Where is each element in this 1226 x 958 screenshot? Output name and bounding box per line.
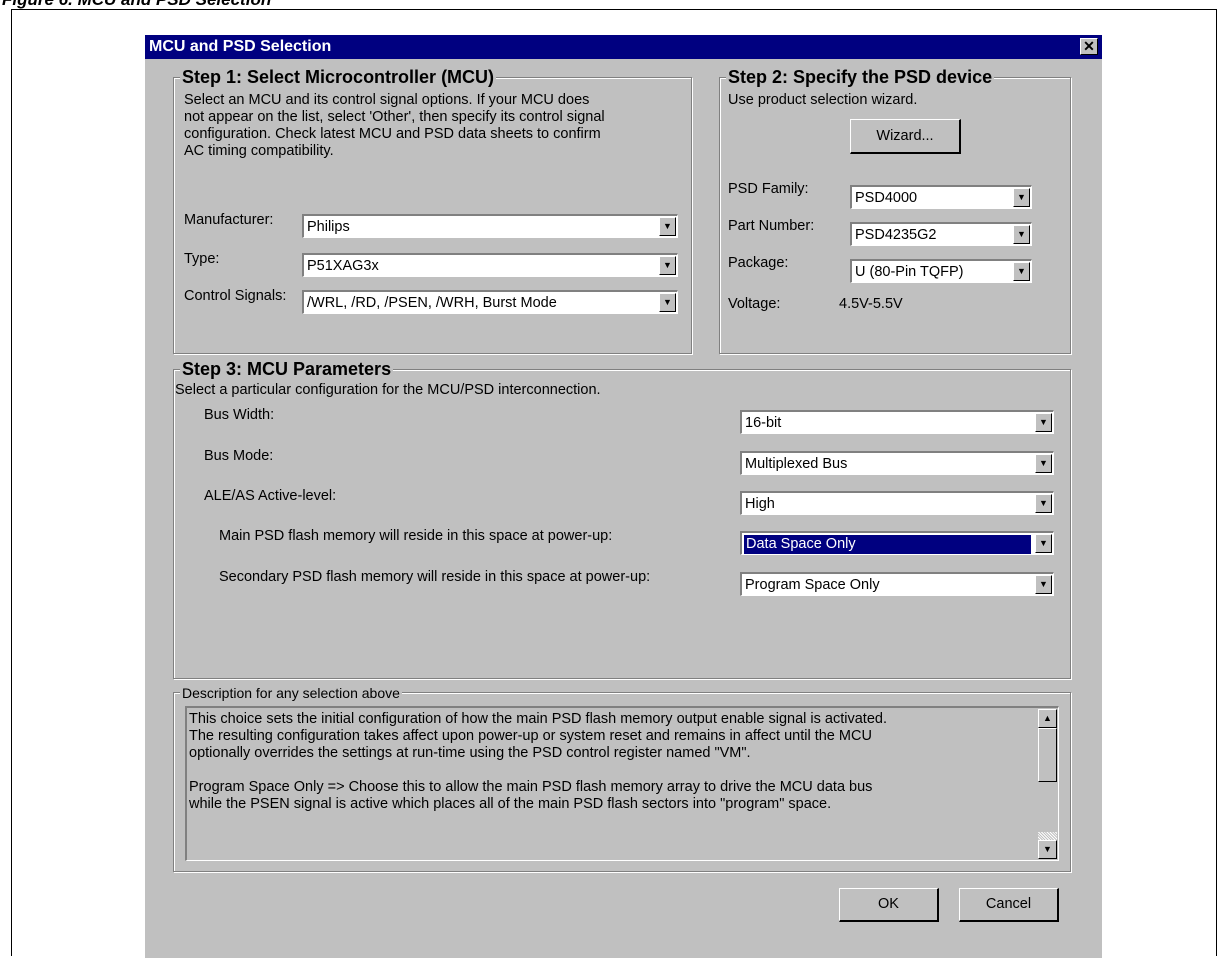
step2-group: Step 2: Specify the PSD device Use produ… (719, 66, 1071, 354)
part-number-select[interactable]: PSD4235G2 ▼ (850, 222, 1032, 246)
chevron-down-icon[interactable]: ▼ (1013, 188, 1030, 207)
scroll-track-upper[interactable] (1038, 782, 1057, 832)
control-signals-select[interactable]: /WRL, /RD, /PSEN, /WRH, Burst Mode ▼ (302, 290, 678, 314)
type-select[interactable]: P51XAG3x ▼ (302, 253, 678, 277)
title-bar[interactable]: MCU and PSD Selection ✕ (145, 35, 1102, 59)
step1-legend: Step 1: Select Microcontroller (MCU) (180, 66, 497, 88)
dialog-title: MCU and PSD Selection (149, 38, 332, 55)
ale-as-label: ALE/AS Active-level: (204, 488, 337, 504)
secondary-flash-label: Secondary PSD flash memory will reside i… (219, 569, 651, 585)
chevron-down-icon[interactable]: ▼ (1035, 575, 1052, 594)
mcu-psd-dialog: MCU and PSD Selection ✕ Step 1: Select M… (145, 35, 1102, 958)
chevron-down-icon[interactable]: ▼ (1035, 534, 1052, 553)
scroll-up-button[interactable]: ▲ (1038, 709, 1057, 728)
chevron-down-icon[interactable]: ▼ (1035, 413, 1052, 432)
main-flash-label: Main PSD flash memory will reside in thi… (219, 528, 613, 544)
scroll-thumb[interactable] (1038, 728, 1057, 782)
manufacturer-label: Manufacturer: (184, 212, 274, 228)
description-legend: Description for any selection above (180, 684, 402, 702)
step3-legend: Step 3: MCU Parameters (180, 358, 394, 380)
close-button[interactable]: ✕ (1080, 38, 1098, 55)
bus-mode-label: Bus Mode: (204, 448, 274, 464)
secondary-flash-select[interactable]: Program Space Only ▼ (740, 572, 1054, 596)
scroll-down-button[interactable]: ▼ (1038, 840, 1057, 859)
ok-button[interactable]: OK (839, 888, 939, 922)
description-scrollbar[interactable]: ▲ ▼ (1038, 709, 1057, 859)
voltage-value: 4.5V-5.5V (839, 296, 903, 312)
description-text: This choice sets the initial configurati… (189, 711, 887, 812)
bus-mode-select[interactable]: Multiplexed Bus ▼ (740, 451, 1054, 475)
step2-legend: Step 2: Specify the PSD device (726, 66, 995, 88)
control-signals-label: Control Signals: (184, 288, 287, 304)
chevron-down-icon[interactable]: ▼ (659, 293, 676, 312)
psd-family-select[interactable]: PSD4000 ▼ (850, 185, 1032, 209)
wizard-button[interactable]: Wizard... (850, 119, 961, 154)
description-textarea[interactable]: This choice sets the initial configurati… (185, 706, 1059, 861)
psd-family-label: PSD Family: (728, 181, 809, 197)
wizard-hint: Use product selection wizard. (728, 92, 918, 108)
step3-group: Step 3: MCU Parameters Select a particul… (173, 358, 1071, 679)
package-label: Package: (728, 255, 789, 271)
main-flash-select[interactable]: Data Space Only ▼ (740, 531, 1054, 555)
manufacturer-select[interactable]: Philips ▼ (302, 214, 678, 238)
step1-description: Select an MCU and its control signal opt… (184, 92, 605, 159)
bus-width-label: Bus Width: (204, 407, 275, 423)
voltage-label: Voltage: (728, 296, 781, 312)
cancel-button[interactable]: Cancel (959, 888, 1059, 922)
chevron-down-icon[interactable]: ▼ (1013, 225, 1030, 244)
bus-width-select[interactable]: 16-bit ▼ (740, 410, 1054, 434)
ale-as-select[interactable]: High ▼ (740, 491, 1054, 515)
chevron-down-icon[interactable]: ▼ (1013, 262, 1030, 281)
chevron-down-icon[interactable]: ▼ (1035, 454, 1052, 473)
chevron-down-icon[interactable]: ▼ (1035, 494, 1052, 513)
chevron-down-icon[interactable]: ▼ (659, 256, 676, 275)
chevron-down-icon[interactable]: ▼ (659, 217, 676, 236)
type-label: Type: (184, 251, 220, 267)
step3-intro: Select a particular configuration for th… (175, 382, 601, 398)
step1-group: Step 1: Select Microcontroller (MCU) Sel… (173, 66, 692, 354)
package-select[interactable]: U (80-Pin TQFP) ▼ (850, 259, 1032, 283)
part-number-label: Part Number: (728, 218, 815, 234)
